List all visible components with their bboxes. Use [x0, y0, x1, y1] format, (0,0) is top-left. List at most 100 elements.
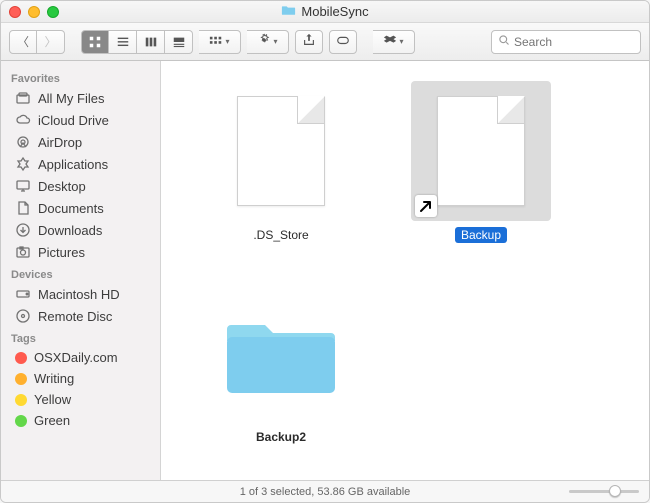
view-buttons — [81, 30, 193, 54]
all-my-files-icon — [15, 90, 31, 106]
sidebar: Favorites All My Files iCloud Drive AirD… — [1, 61, 161, 480]
folder-icon — [281, 4, 296, 19]
disc-icon — [15, 308, 31, 324]
tag-dot-icon — [15, 415, 27, 427]
sidebar-item-label: Yellow — [34, 392, 71, 407]
sidebar-item-remote-disc[interactable]: Remote Disc — [1, 305, 160, 327]
arrange-group: ▾ — [199, 30, 241, 54]
sidebar-item-all-my-files[interactable]: All My Files — [1, 87, 160, 109]
action-group: ▾ — [247, 30, 289, 54]
dropbox-button[interactable]: ▾ — [373, 30, 415, 54]
sidebar-item-label: AirDrop — [38, 135, 82, 150]
file-item[interactable]: Backup — [401, 81, 561, 243]
sidebar-item-label: Applications — [38, 157, 108, 172]
airdrop-icon — [15, 134, 31, 150]
sidebar-item-label: Documents — [38, 201, 104, 216]
column-view-button[interactable] — [137, 30, 165, 54]
body: Favorites All My Files iCloud Drive AirD… — [1, 61, 649, 480]
sidebar-item-tag[interactable]: Writing — [1, 368, 160, 389]
tags-button[interactable] — [329, 30, 357, 54]
content-area[interactable]: .DS_Store Backup — [161, 61, 649, 480]
search-icon — [498, 34, 510, 49]
sidebar-item-label: Pictures — [38, 245, 85, 260]
sidebar-item-label: Downloads — [38, 223, 102, 238]
file-thumb — [211, 81, 351, 221]
file-thumb — [411, 81, 551, 221]
folder-thumb — [211, 283, 351, 423]
folder-icon — [221, 303, 341, 403]
sidebar-item-macintosh-hd[interactable]: Macintosh HD — [1, 283, 160, 305]
sidebar-item-pictures[interactable]: Pictures — [1, 241, 160, 263]
search-input[interactable] — [514, 35, 650, 49]
sidebar-item-tag[interactable]: Green — [1, 410, 160, 431]
sidebar-header-tags: Tags — [1, 327, 160, 347]
status-text: 1 of 3 selected, 53.86 GB available — [240, 486, 411, 498]
sidebar-item-label: Green — [34, 413, 70, 428]
folder-item[interactable]: Backup2 — [201, 283, 361, 445]
window-title-text: MobileSync — [301, 4, 368, 19]
applications-icon — [15, 156, 31, 172]
sidebar-item-label: All My Files — [38, 91, 104, 106]
nav-buttons: 〈 〉 — [9, 30, 65, 54]
dropbox-group: ▾ — [373, 30, 415, 54]
icon-grid: .DS_Store Backup — [161, 61, 649, 465]
close-button[interactable] — [9, 6, 21, 18]
sidebar-item-label: iCloud Drive — [38, 113, 109, 128]
downloads-icon — [15, 222, 31, 238]
share-button[interactable] — [295, 30, 323, 54]
file-item[interactable]: .DS_Store — [201, 81, 361, 243]
share-icon — [302, 33, 316, 50]
file-label: .DS_Store — [247, 227, 314, 243]
slider-track — [569, 490, 639, 493]
sidebar-item-icloud[interactable]: iCloud Drive — [1, 109, 160, 131]
sidebar-item-downloads[interactable]: Downloads — [1, 219, 160, 241]
sidebar-item-tag[interactable]: OSXDaily.com — [1, 347, 160, 368]
sidebar-item-desktop[interactable]: Desktop — [1, 175, 160, 197]
documents-icon — [15, 200, 31, 216]
hdd-icon — [15, 286, 31, 302]
sidebar-item-tag[interactable]: Yellow — [1, 389, 160, 410]
action-button[interactable]: ▾ — [247, 30, 289, 54]
sidebar-item-label: Macintosh HD — [38, 287, 120, 302]
finder-window: MobileSync 〈 〉 ▾ — [0, 0, 650, 503]
sidebar-header-devices: Devices — [1, 263, 160, 283]
file-icon — [437, 96, 525, 206]
file-label: Backup — [455, 227, 507, 243]
arrange-button[interactable]: ▾ — [199, 30, 241, 54]
dropbox-icon — [383, 33, 397, 50]
forward-button[interactable]: 〉 — [37, 30, 65, 54]
tag-dot-icon — [15, 394, 27, 406]
sidebar-item-label: Remote Disc — [38, 309, 112, 324]
slider-knob[interactable] — [609, 485, 621, 497]
sidebar-item-applications[interactable]: Applications — [1, 153, 160, 175]
sidebar-item-documents[interactable]: Documents — [1, 197, 160, 219]
toolbar: 〈 〉 ▾ — [1, 23, 649, 61]
search-field[interactable] — [491, 30, 641, 54]
coverflow-view-button[interactable] — [165, 30, 193, 54]
list-view-button[interactable] — [109, 30, 137, 54]
folder-label: Backup2 — [250, 429, 312, 445]
sidebar-item-label: OSXDaily.com — [34, 350, 118, 365]
back-button[interactable]: 〈 — [9, 30, 37, 54]
sidebar-item-label: Desktop — [38, 179, 86, 194]
sidebar-item-airdrop[interactable]: AirDrop — [1, 131, 160, 153]
tag-icon — [336, 33, 350, 50]
icloud-icon — [15, 112, 31, 128]
status-bar: 1 of 3 selected, 53.86 GB available — [1, 480, 649, 502]
tag-dot-icon — [15, 352, 27, 364]
file-icon — [237, 96, 325, 206]
traffic-lights — [9, 6, 59, 18]
sidebar-header-favorites: Favorites — [1, 67, 160, 87]
gear-icon — [257, 33, 271, 50]
window-title: MobileSync — [1, 4, 649, 19]
maximize-button[interactable] — [47, 6, 59, 18]
desktop-icon — [15, 178, 31, 194]
minimize-button[interactable] — [28, 6, 40, 18]
icon-view-button[interactable] — [81, 30, 109, 54]
tag-dot-icon — [15, 373, 27, 385]
alias-arrow-icon — [415, 195, 437, 217]
titlebar: MobileSync — [1, 1, 649, 23]
sidebar-item-label: Writing — [34, 371, 74, 386]
pictures-icon — [15, 244, 31, 260]
zoom-slider[interactable] — [569, 490, 639, 493]
